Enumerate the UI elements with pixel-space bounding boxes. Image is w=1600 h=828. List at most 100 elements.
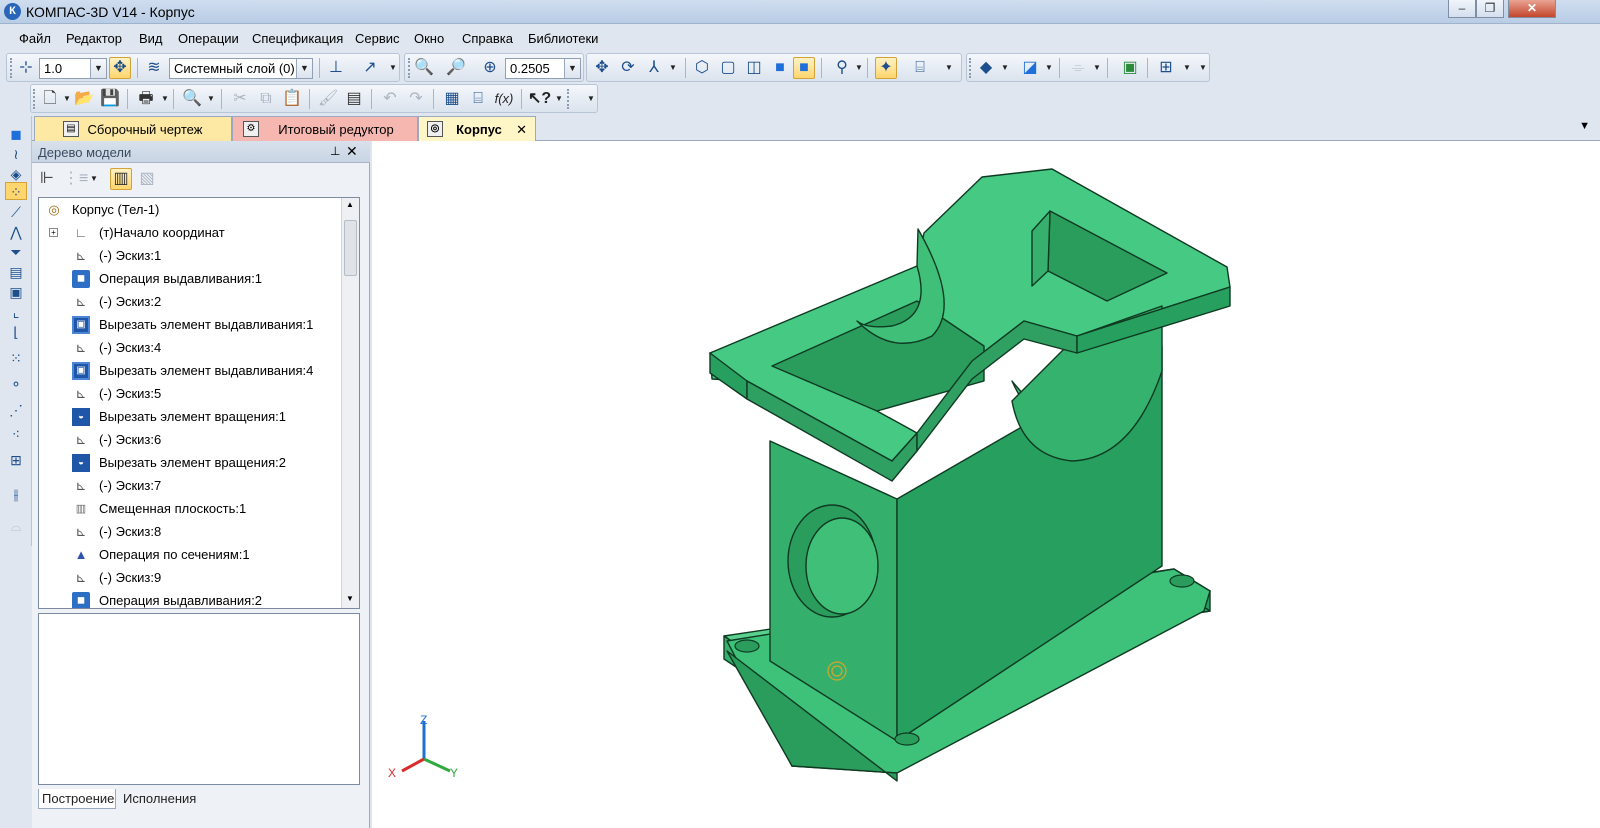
print-icon[interactable]: 🖶: [135, 88, 157, 110]
coordinate-system-icon[interactable]: ⊥: [325, 57, 347, 79]
undo-icon[interactable]: ↶: [379, 88, 401, 110]
table-array-icon[interactable]: ⊞: [5, 450, 27, 468]
library-icon[interactable]: ▣: [1119, 57, 1141, 79]
disabled-tool-icon[interactable]: ⌓: [5, 516, 27, 534]
zoom-in-icon[interactable]: ⊕: [479, 57, 501, 79]
help-pointer-icon[interactable]: ↖?: [527, 88, 551, 110]
tree-item[interactable]: ⊾ (-) Эскиз:5: [39, 383, 339, 405]
scroll-up-icon[interactable]: ▲: [346, 200, 354, 209]
filter-icon[interactable]: ✦: [875, 57, 897, 79]
filters-icon[interactable]: ⏷: [5, 242, 27, 260]
layer-combo[interactable]: Системный слой (0) ▼: [169, 58, 313, 79]
redo-icon[interactable]: ↷: [405, 88, 427, 110]
zoom-combo[interactable]: 0.2505 ▼: [505, 58, 581, 79]
menu-view[interactable]: Вид: [139, 31, 163, 46]
chevron-down-icon[interactable]: ▼: [1199, 63, 1207, 72]
orientation-icon[interactable]: ⅄: [643, 57, 665, 79]
tree-view-icon[interactable]: ⋮≡: [62, 168, 88, 190]
rotate-icon[interactable]: ⟳: [617, 57, 639, 79]
expand-icon[interactable]: +: [49, 228, 58, 237]
tree-structure-icon[interactable]: ⊩: [36, 168, 58, 190]
chevron-down-icon[interactable]: ▼: [855, 63, 863, 72]
tree-item[interactable]: ⊾ (-) Эскиз:2: [39, 291, 339, 313]
measure-icon[interactable]: ⌯: [1067, 57, 1089, 79]
tree-item[interactable]: + ∟ (т)Начало координат: [39, 222, 339, 244]
tab-final-reducer[interactable]: ⚙ Итоговый редуктор: [232, 116, 418, 141]
menu-file[interactable]: Файл: [19, 31, 51, 46]
chevron-down-icon[interactable]: ▼: [389, 63, 397, 72]
hidden-lines-icon[interactable]: ▢: [717, 57, 739, 79]
function-icon[interactable]: f(x): [493, 88, 515, 110]
perspective-icon[interactable]: ⚲: [831, 57, 853, 79]
new-document-icon[interactable]: 🗋: [39, 88, 61, 110]
menu-operations[interactable]: Операции: [178, 31, 239, 46]
open-folder-icon[interactable]: 📂: [73, 88, 95, 110]
menu-help[interactable]: Справка: [462, 31, 513, 46]
arrays-icon[interactable]: ⁘: [5, 182, 27, 200]
menu-specification[interactable]: Спецификация: [252, 31, 343, 46]
pan-icon[interactable]: ✥: [591, 57, 613, 79]
scroll-thumb[interactable]: [344, 220, 357, 276]
build-order-icon[interactable]: ▥: [110, 168, 132, 190]
tabs-dropdown-icon[interactable]: ▼: [1579, 120, 1590, 132]
curve-array-icon[interactable]: ⋰: [5, 400, 27, 418]
menu-service[interactable]: Сервис: [355, 31, 400, 46]
close-panel-icon[interactable]: ✕: [346, 143, 358, 160]
chevron-down-icon[interactable]: ▼: [1045, 63, 1053, 72]
tree-item[interactable]: ▣ Вырезать элемент выдавливания:1: [39, 314, 339, 336]
chevron-down-icon[interactable]: ▼: [1093, 63, 1101, 72]
diagnostics-icon[interactable]: ⋀: [5, 222, 27, 240]
variables-icon[interactable]: ⌸: [467, 88, 489, 110]
copy-icon[interactable]: ⧉: [255, 88, 277, 110]
tree-item[interactable]: ◒ Вырезать элемент вращения:1: [39, 406, 339, 428]
tree-item[interactable]: ⊾ (-) Эскиз:1: [39, 245, 339, 267]
menu-libraries[interactable]: Библиотеки: [528, 31, 598, 46]
mirror-icon[interactable]: ⫲: [5, 484, 27, 502]
sheet-metal-icon[interactable]: ⌊: [5, 322, 27, 340]
tree-item[interactable]: ◼ Операция выдавливания:1: [39, 268, 339, 290]
tab-assembly-drawing[interactable]: ▤ Сборочный чертеж: [34, 116, 232, 141]
section-icon[interactable]: ⌸: [909, 57, 931, 79]
close-tab-icon[interactable]: ✕: [516, 122, 527, 138]
tree-scrollbar[interactable]: ▲ ▼: [341, 198, 359, 608]
tab-versions[interactable]: Исполнения: [120, 789, 210, 809]
snap-icon[interactable]: ✥: [109, 57, 131, 79]
zoom-all-icon[interactable]: 🔎: [445, 57, 467, 79]
tree-item[interactable]: ▣ Вырезать элемент выдавливания:4: [39, 360, 339, 382]
grid-array-icon[interactable]: ⁙: [5, 348, 27, 366]
close-button[interactable]: ✕: [1508, 0, 1556, 18]
zoom-window-icon[interactable]: 🔍: [413, 57, 435, 79]
pin-icon[interactable]: ⊥: [330, 144, 340, 158]
local-cs-icon[interactable]: ↗: [359, 57, 381, 79]
tree-item[interactable]: ▲ Операция по сечениям:1: [39, 544, 339, 566]
layers-icon[interactable]: ≋: [143, 57, 165, 79]
manager-icon[interactable]: ▦: [441, 88, 463, 110]
chevron-down-icon[interactable]: ▼: [161, 94, 169, 103]
tab-construction[interactable]: Построение: [38, 789, 116, 809]
chevron-down-icon[interactable]: ▼: [63, 94, 71, 103]
surfaces-icon[interactable]: ◈: [5, 164, 27, 182]
reports-icon[interactable]: ▣: [5, 282, 27, 300]
tree-item[interactable]: ◒ Вырезать элемент вращения:2: [39, 452, 339, 474]
circular-array-icon[interactable]: ⚬: [5, 374, 27, 392]
wireframe-icon[interactable]: ⬡: [691, 57, 713, 79]
format-painter-icon[interactable]: 🖌: [317, 88, 339, 110]
specification-icon[interactable]: ▤: [5, 262, 27, 280]
relations-icon[interactable]: ▧: [136, 168, 158, 190]
auxiliary-geometry-icon[interactable]: ⟋: [5, 202, 27, 220]
chevron-down-icon[interactable]: ▼: [1183, 63, 1191, 72]
tree-item[interactable]: ▥ Смещенная плоскость:1: [39, 498, 339, 520]
tree-item[interactable]: ◼ Операция выдавливания:2: [39, 590, 339, 608]
elements-icon[interactable]: ⌞: [5, 302, 27, 320]
chevron-down-icon[interactable]: ▼: [564, 59, 580, 78]
menu-edit[interactable]: Редактор: [66, 31, 122, 46]
paste-icon[interactable]: 📋: [281, 88, 303, 110]
point-array-icon[interactable]: ⁖: [5, 424, 27, 442]
tree-item[interactable]: ⊾ (-) Эскиз:7: [39, 475, 339, 497]
shaded-icon[interactable]: ■: [769, 57, 791, 79]
part-model[interactable]: [372, 141, 1600, 828]
material-icon[interactable]: ◆: [975, 57, 997, 79]
shaded-edges-icon[interactable]: ■: [793, 57, 815, 79]
tree-item[interactable]: ⊾ (-) Эскиз:4: [39, 337, 339, 359]
chevron-down-icon[interactable]: ▼: [1001, 63, 1009, 72]
